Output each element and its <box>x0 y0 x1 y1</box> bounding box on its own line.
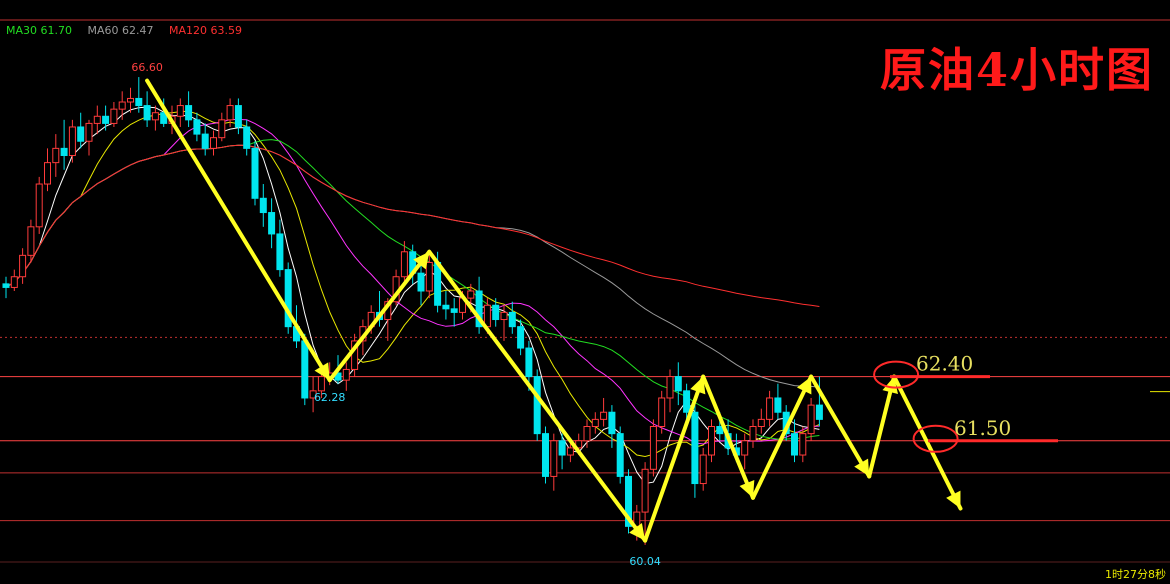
price-label: 62.28 <box>314 391 346 404</box>
candle-body <box>135 97 143 107</box>
candle-body <box>658 397 666 428</box>
candle-body <box>716 426 724 435</box>
candle-body <box>10 276 18 288</box>
countdown-timer: 1时27分8秒 <box>1105 568 1166 581</box>
wave-arrow <box>327 249 432 383</box>
candle-body <box>201 133 209 149</box>
candle-body <box>301 340 309 399</box>
candle-body <box>317 376 325 392</box>
candle-body <box>500 311 508 321</box>
candle-body <box>193 119 201 135</box>
wave-arrow <box>892 374 963 511</box>
candle-body <box>749 426 757 442</box>
candle-body <box>27 226 35 256</box>
candle-body <box>60 147 68 157</box>
candle-body <box>807 404 815 435</box>
level-circle <box>912 424 959 453</box>
chart-title: 原油4小时图 <box>879 43 1154 97</box>
candle-body <box>492 304 500 321</box>
candle-body <box>766 397 774 420</box>
candle-body <box>517 326 525 349</box>
candle-body <box>799 433 807 456</box>
candle-body <box>550 440 558 477</box>
candle-body <box>641 468 649 513</box>
candle-body <box>691 411 699 485</box>
candle-body <box>791 433 798 456</box>
candle-body <box>699 454 707 485</box>
candle-body <box>276 233 284 271</box>
legend-ma30: MA30 61.70 <box>6 24 72 37</box>
candle-body <box>176 105 184 117</box>
candle-body <box>185 105 193 121</box>
candle-body <box>566 447 574 456</box>
wave-arrow <box>427 249 648 543</box>
price-label: 60.04 <box>629 555 661 568</box>
candle-body <box>44 162 51 185</box>
candle-body <box>683 390 691 413</box>
candle-body <box>616 433 624 477</box>
candle-body <box>583 426 591 442</box>
candle-body <box>52 147 60 164</box>
chart-area: 62.40 61.50 66.60 62.28 60.04 MA30 61.70 MA6… <box>0 0 1170 584</box>
candle-body <box>708 426 715 456</box>
candle-body <box>533 376 541 435</box>
candle-body <box>508 311 516 328</box>
candle-body <box>450 308 458 313</box>
price-label: 66.60 <box>131 61 163 74</box>
candle-body <box>400 251 408 278</box>
candle-body <box>342 368 350 381</box>
candle-body <box>741 440 749 456</box>
level-label: 62.40 <box>916 352 973 376</box>
candle-body <box>558 440 566 456</box>
candle-body <box>525 347 533 378</box>
candle-body <box>774 397 782 413</box>
candle-body <box>234 105 242 128</box>
candle-body <box>666 376 674 399</box>
ma-line <box>5 110 820 458</box>
candle-body <box>102 115 110 124</box>
candle-body <box>226 105 234 121</box>
candle-body <box>127 97 134 103</box>
candle-body <box>68 126 76 157</box>
candle-body <box>442 304 450 310</box>
candle-body <box>608 411 616 435</box>
candle-body <box>542 433 549 477</box>
candle-body <box>591 418 599 427</box>
level-label: 61.50 <box>954 416 1011 440</box>
candle-body <box>815 404 823 420</box>
candle-body <box>649 426 657 470</box>
candle-body <box>268 212 276 235</box>
candle-body <box>110 108 118 124</box>
candle-body <box>251 147 259 199</box>
candle-body <box>85 122 93 142</box>
candle-body <box>600 411 608 420</box>
candle-body <box>674 376 682 392</box>
candle-body <box>210 137 217 149</box>
candle-body <box>118 101 126 110</box>
candle-body <box>757 418 765 427</box>
candle-body <box>243 126 251 149</box>
legend-ma120: MA120 63.59 <box>169 24 242 37</box>
candle-body <box>2 283 10 288</box>
candle-body <box>151 112 159 121</box>
candle-body <box>417 272 425 292</box>
candle-body <box>467 290 475 299</box>
candle-body <box>77 126 85 142</box>
candle-body <box>93 115 101 124</box>
candle-body <box>259 197 267 214</box>
candle-body <box>218 119 226 139</box>
candle-body <box>19 254 27 278</box>
candle-body <box>35 183 43 228</box>
legend-ma60: MA60 62.47 <box>87 24 154 37</box>
ma-legend: MA30 61.70 MA60 62.47 MA120 63.59 <box>6 24 254 37</box>
candle-body <box>425 261 433 292</box>
candle-body <box>143 105 151 121</box>
